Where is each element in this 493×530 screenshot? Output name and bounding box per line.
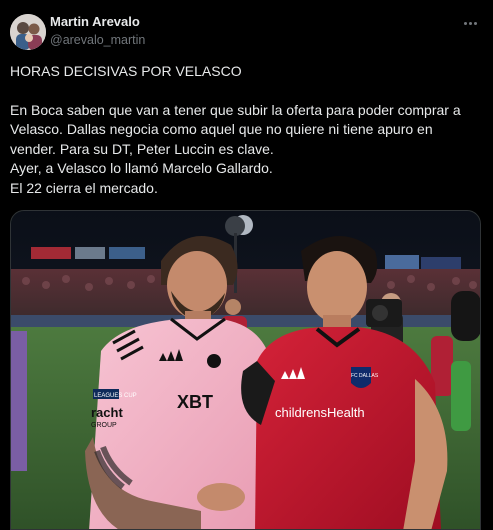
avatar[interactable] <box>10 14 46 50</box>
tweet-line: El 22 cierra el mercado. <box>10 179 158 196</box>
author-display-name[interactable]: Martin Arevalo <box>50 14 145 30</box>
tweet-line: Velasco. Dallas negocia como aquel que n… <box>10 121 433 137</box>
tweet-media-photo[interactable]: XBT LEAGUES CUP racht GROUP FC DALLAS ch… <box>10 210 481 530</box>
photo-players: XBT LEAGUES CUP racht GROUP FC DALLAS ch… <box>11 211 480 529</box>
tweet-line-headline: HORAS DECISIVAS POR VELASCO <box>10 63 242 79</box>
right-jersey-sponsor: childrensHealth <box>275 405 365 420</box>
avatar-image <box>10 14 46 50</box>
right-jersey-crest: FC DALLAS <box>351 373 379 379</box>
tweet-line: Ayer, a Velasco lo llamó Marcelo Gallard… <box>10 160 273 176</box>
more-horizontal-icon[interactable] <box>461 16 479 30</box>
left-jersey-sleeve-sub: GROUP <box>91 422 117 429</box>
author-names: Martin Arevalo @arevalo_martin <box>50 14 145 48</box>
more-dot <box>468 21 472 25</box>
left-jersey-sleeve-sponsor: racht <box>91 405 123 420</box>
tweet: Martin Arevalo @arevalo_martin HORAS DEC… <box>0 0 493 530</box>
author-handle[interactable]: @arevalo_martin <box>50 32 145 48</box>
tweet-line: En Boca saben que van a tener que subir … <box>10 101 461 118</box>
more-dot <box>473 21 477 25</box>
left-jersey-patch: LEAGUES CUP <box>94 393 137 399</box>
tweet-text: HORAS DECISIVAS POR VELASCO En Boca sabe… <box>10 62 485 198</box>
more-dot <box>463 21 467 25</box>
tweet-line-spacer <box>10 82 485 101</box>
left-jersey-sponsor: XBT <box>177 392 213 412</box>
tweet-header: Martin Arevalo @arevalo_martin <box>10 12 481 52</box>
tweet-line: vender. Para su DT, Peter Luccin es clav… <box>10 140 274 157</box>
